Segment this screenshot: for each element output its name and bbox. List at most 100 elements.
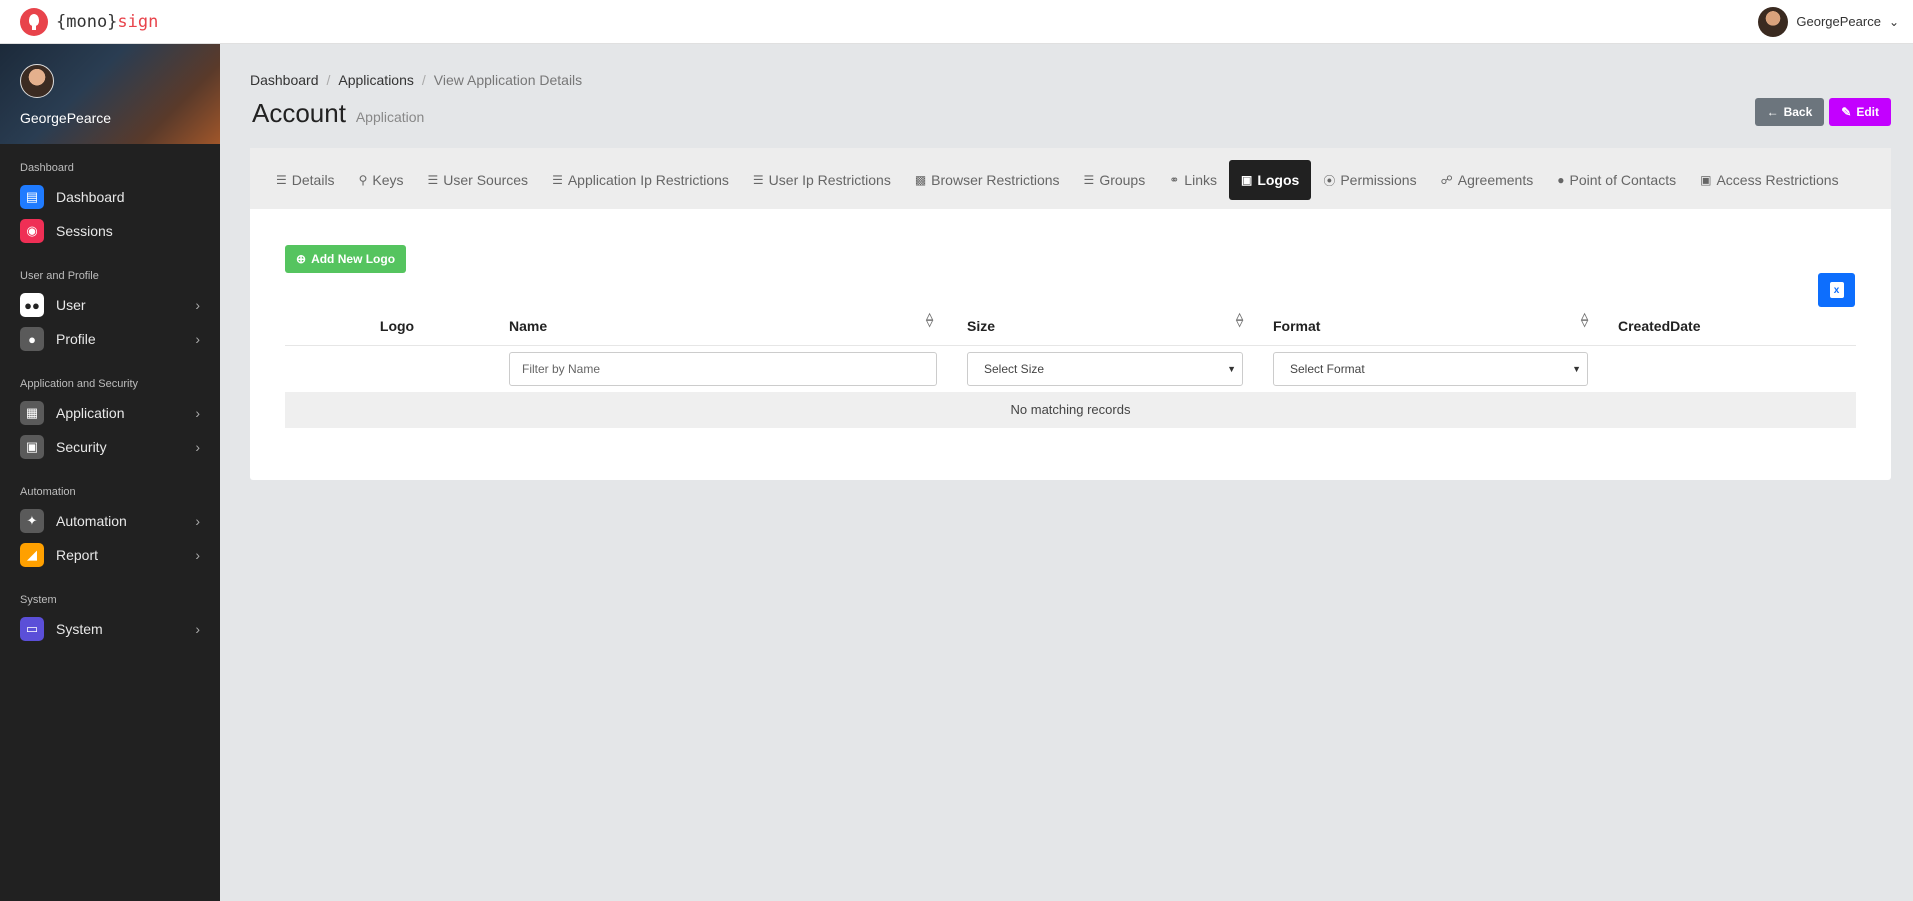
excel-file-icon: x	[1829, 282, 1844, 298]
brand-suffix: sign	[117, 11, 159, 32]
sort-icon[interactable]: △ ▽	[1581, 312, 1588, 328]
column-label: Name	[509, 317, 548, 334]
nav-section-automation: Automation ✦ Automation › ◢ Report ›	[0, 464, 220, 572]
tab-agreements[interactable]: ☍ Agreements	[1429, 160, 1546, 200]
list-icon: ☰	[276, 173, 287, 187]
nav-section-title: Dashboard	[20, 162, 74, 174]
brand[interactable]: {mono}sign	[20, 7, 158, 36]
handshake-icon: ☍	[1440, 173, 1453, 187]
profile-avatar[interactable]	[20, 64, 54, 98]
chevron-right-icon: ›	[195, 547, 200, 563]
tab-point-of-contacts[interactable]: ● Point of Contacts	[1545, 160, 1688, 200]
edit-button-label: Edit	[1856, 105, 1879, 119]
filter-row: Select Size ▼ Select Format ▼	[285, 345, 1856, 392]
sidebar-item-application[interactable]: ▦ Application ›	[0, 396, 220, 430]
profile-name: GeorgePearce	[20, 110, 112, 126]
tab-browser-restrictions[interactable]: ▩ Browser Restrictions	[903, 160, 1072, 200]
edit-button[interactable]: ✎ Edit	[1829, 98, 1891, 126]
link-icon: ⚭	[1169, 173, 1180, 187]
tab-label: Application Ip Restrictions	[567, 172, 729, 188]
breadcrumb-current: View Application Details	[433, 72, 583, 88]
logos-table: Logo Name △ ▽ Size △ ▽ Format △ ▽ CreatedDate …	[285, 307, 1856, 428]
caret-down-icon: ▼	[1227, 363, 1236, 374]
nav-section-title: User and Profile	[20, 270, 99, 282]
sidebar-item-user[interactable]: ●● User ›	[0, 288, 220, 322]
list-icon: ☰	[552, 173, 563, 187]
tab-access-restrictions[interactable]: ▣ Access Restrictions	[1688, 160, 1851, 200]
page-subtitle: Application	[355, 109, 425, 125]
size-filter-select[interactable]: Select Size ▼	[967, 351, 1243, 386]
add-new-logo-button[interactable]: ⊕ Add New Logo	[285, 245, 407, 273]
sidebar-item-sessions[interactable]: ◉ Sessions	[0, 214, 220, 248]
logos-panel: ⊕ Add New Logo x Logo Name △ ▽ Size △ ▽ Form…	[250, 209, 1891, 480]
title-row: Account Application ← Back ✎ Edit	[250, 98, 1891, 132]
breadcrumb-applications[interactable]: Applications	[338, 72, 414, 88]
column-header-logo: Logo	[285, 307, 509, 346]
filter-cell-name	[509, 345, 967, 392]
format-filter-select[interactable]: Select Format ▼	[1273, 351, 1588, 386]
export-excel-button[interactable]: x	[1818, 273, 1855, 307]
filter-cell-size: Select Size ▼	[967, 345, 1273, 392]
avatar	[1758, 6, 1789, 37]
column-header-name[interactable]: Name △ ▽	[509, 307, 967, 346]
breadcrumb-separator: /	[326, 72, 331, 88]
tab-label: Browser Restrictions	[931, 172, 1060, 188]
bulb-logo-icon	[20, 7, 48, 36]
tab-details[interactable]: ☰ Details	[264, 160, 347, 200]
tab-user-sources[interactable]: ☰ User Sources	[415, 160, 540, 200]
brand-name: {mono}sign	[56, 12, 158, 32]
chevron-right-icon: ›	[195, 331, 200, 347]
header-actions: ← Back ✎ Edit	[1754, 98, 1891, 126]
brand-prefix: {mono}	[56, 11, 118, 32]
sidebar-item-system[interactable]: ▭ System ›	[0, 612, 220, 646]
empty-message: No matching records	[285, 391, 1856, 428]
tab-permissions[interactable]: ⦿ Permissions	[1311, 160, 1428, 200]
record-icon: ◉	[20, 219, 44, 243]
area-chart-icon: ◢	[20, 543, 44, 567]
arrow-left-icon: ←	[1766, 105, 1779, 119]
sidebar-item-label: Profile	[56, 331, 96, 347]
tab-label: User Sources	[443, 172, 529, 188]
column-header-size[interactable]: Size △ ▽	[967, 307, 1273, 346]
sidebar-item-report[interactable]: ◢ Report ›	[0, 538, 220, 572]
back-button[interactable]: ← Back	[1754, 98, 1825, 126]
sort-icon[interactable]: △ ▽	[1236, 312, 1243, 328]
breadcrumb: Dashboard / Applications / View Applicat…	[250, 72, 1891, 88]
size-filter-value: Select Size	[984, 361, 1045, 376]
sidebar-item-automation[interactable]: ✦ Automation ›	[0, 504, 220, 538]
sidebar-item-security[interactable]: ▣ Security ›	[0, 430, 220, 464]
tab-label: Links	[1184, 172, 1217, 188]
caret-down-icon: ▼	[1572, 363, 1581, 374]
list-icon: ☰	[752, 173, 764, 187]
page-heading: Account Application	[250, 98, 424, 129]
chevron-right-icon: ›	[195, 439, 200, 455]
column-label: Size	[967, 317, 996, 334]
chevron-right-icon: ›	[195, 297, 200, 313]
sidebar-item-dashboard[interactable]: ▤ Dashboard	[0, 180, 220, 214]
sort-icon[interactable]: △ ▽	[926, 312, 933, 328]
edit-icon: ✎	[1841, 105, 1852, 119]
tab-application-ip-restrictions[interactable]: ☰ Application Ip Restrictions	[540, 160, 741, 200]
name-filter-input[interactable]	[509, 351, 937, 386]
tab-groups[interactable]: ☰ Groups	[1072, 160, 1158, 200]
monitor-icon: ▭	[20, 617, 44, 641]
key-icon: ⚲	[358, 173, 368, 187]
breadcrumb-dashboard[interactable]: Dashboard	[250, 72, 319, 88]
chevron-down-icon: ⌄	[1888, 14, 1899, 29]
browser-icon: ▩	[914, 173, 927, 187]
tab-label: Permissions	[1340, 172, 1417, 188]
chevron-right-icon: ›	[195, 621, 200, 637]
column-header-format[interactable]: Format △ ▽	[1273, 307, 1618, 346]
table-header-row: Logo Name △ ▽ Size △ ▽ Format △ ▽ CreatedDate	[285, 307, 1856, 346]
tab-logos[interactable]: ▣ Logos	[1228, 160, 1312, 200]
chevron-right-icon: ›	[195, 513, 200, 529]
list-icon: ☰	[1083, 173, 1095, 187]
wand-icon: ✦	[20, 509, 44, 533]
top-bar: {mono}sign GeorgePearce ⌄	[0, 0, 1913, 44]
user-menu[interactable]: GeorgePearce ⌄	[1758, 6, 1899, 37]
tab-keys[interactable]: ⚲ Keys	[347, 160, 416, 200]
tab-links[interactable]: ⚭ Links	[1157, 160, 1229, 200]
tab-user-ip-restrictions[interactable]: ☰ User Ip Restrictions	[741, 160, 903, 200]
sidebar-item-profile[interactable]: ● Profile ›	[0, 322, 220, 356]
nav-section-dashboard: Dashboard ▤ Dashboard ◉ Sessions	[0, 144, 220, 248]
